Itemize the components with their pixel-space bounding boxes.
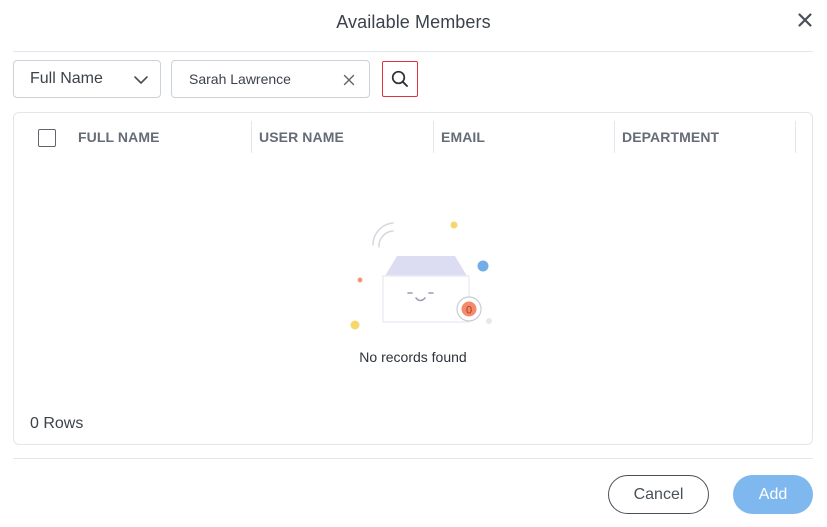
search-icon — [391, 70, 408, 87]
chevron-down-icon — [134, 76, 148, 84]
column-header-email[interactable]: EMAIL — [441, 129, 485, 145]
clear-search-button[interactable] — [342, 73, 356, 87]
column-header-full-name[interactable]: FULL NAME — [78, 129, 160, 145]
empty-message: No records found — [359, 349, 467, 365]
select-all-checkbox[interactable] — [38, 129, 56, 147]
column-header-user-name[interactable]: USER NAME — [259, 129, 344, 145]
search-box — [171, 60, 370, 98]
cancel-button[interactable]: Cancel — [608, 475, 709, 514]
search-input[interactable] — [189, 69, 329, 89]
column-separator[interactable] — [795, 121, 796, 153]
footer-divider — [13, 458, 813, 459]
rows-count: 0 Rows — [30, 415, 84, 432]
column-separator[interactable] — [433, 121, 434, 153]
dialog-title: Available Members — [336, 12, 491, 32]
column-header-department[interactable]: DEPARTMENT — [622, 129, 719, 145]
empty-box-illustration: 0 — [350, 221, 492, 330]
available-members-dialog: Available Members Full Name FULL NAME — [0, 0, 827, 527]
empty-badge-count: 0 — [466, 305, 472, 317]
close-button[interactable] — [795, 10, 815, 30]
search-field-selected: Full Name — [30, 70, 103, 87]
search-field-dropdown[interactable]: Full Name — [13, 60, 161, 98]
search-button[interactable] — [382, 61, 418, 97]
clear-icon — [343, 74, 355, 86]
add-button[interactable]: Add — [733, 475, 813, 514]
header-divider — [13, 51, 813, 52]
grid-header: FULL NAME USER NAME EMAIL DEPARTMENT — [14, 113, 812, 161]
close-icon — [798, 13, 812, 27]
members-grid: FULL NAME USER NAME EMAIL DEPARTMENT 0 N… — [13, 112, 813, 445]
column-separator[interactable] — [251, 121, 252, 153]
column-separator[interactable] — [614, 121, 615, 153]
